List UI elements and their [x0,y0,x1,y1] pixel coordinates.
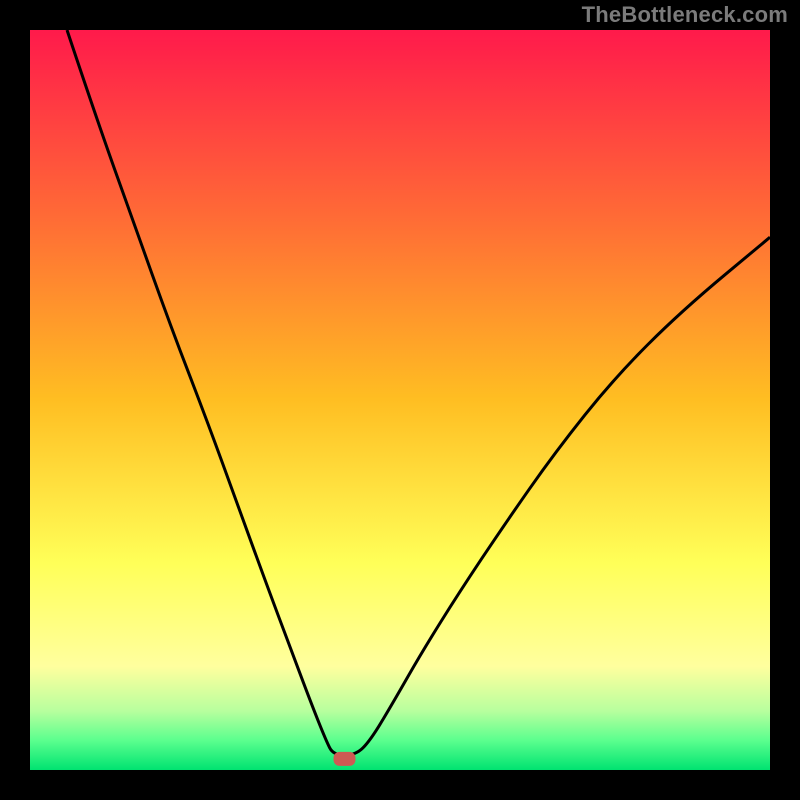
chart-frame: TheBottleneck.com [0,0,800,800]
optimal-marker [334,752,356,766]
bottleneck-chart [0,0,800,800]
plot-background [30,30,770,770]
